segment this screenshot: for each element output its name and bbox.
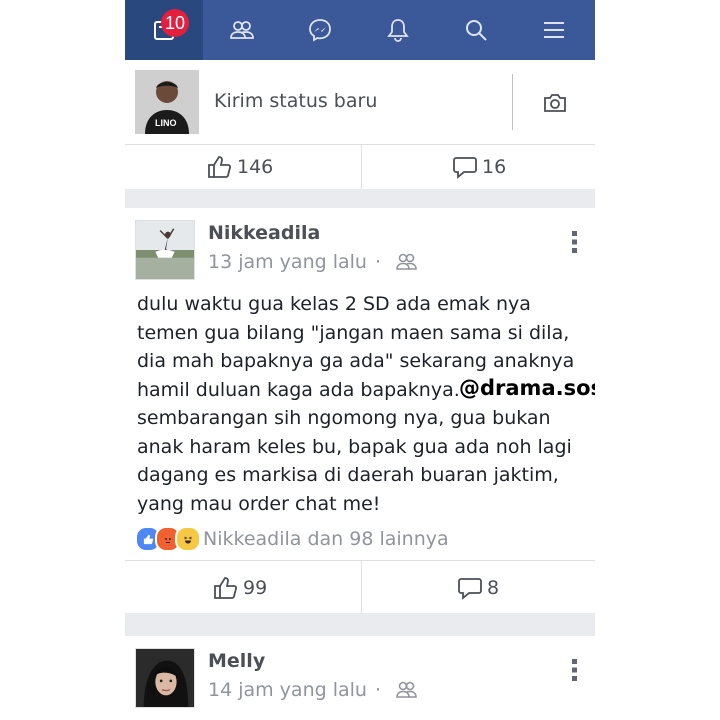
notification-badge: 10 bbox=[161, 9, 189, 37]
friends-icon bbox=[230, 21, 254, 39]
phone-screen: 10 LINO Kirim status baru 146 16 Nikkead… bbox=[125, 0, 595, 720]
post-author-name[interactable]: Melly bbox=[208, 650, 265, 672]
reactions-summary[interactable]: Nikkeadila dan 98 lainnya bbox=[135, 526, 449, 552]
feed-post: Melly 14 jam yang lalu · bbox=[125, 636, 595, 720]
avatar-shirt-text: LINO bbox=[155, 118, 177, 128]
reaction-icons bbox=[135, 526, 201, 552]
status-composer: LINO Kirim status baru bbox=[125, 60, 595, 144]
post-author-avatar[interactable] bbox=[135, 648, 195, 708]
more-options-icon[interactable] bbox=[571, 658, 579, 682]
like-count: 99 bbox=[243, 576, 268, 599]
post-actions: 99 8 bbox=[125, 560, 595, 614]
meta-separator: · bbox=[374, 679, 382, 701]
like-icon bbox=[214, 576, 238, 599]
post-author-avatar-image bbox=[136, 221, 194, 279]
friends-audience-icon bbox=[396, 253, 417, 270]
post-author-avatar[interactable] bbox=[135, 220, 195, 280]
post-time[interactable]: 14 jam yang lalu bbox=[208, 679, 367, 701]
nav-notifications[interactable] bbox=[359, 0, 437, 60]
more-options-icon[interactable] bbox=[571, 230, 579, 254]
bell-icon bbox=[387, 19, 409, 42]
post-time[interactable]: 13 jam yang lalu bbox=[208, 251, 367, 273]
user-avatar[interactable]: LINO bbox=[135, 70, 199, 134]
post-meta: 14 jam yang lalu · bbox=[208, 679, 417, 701]
post-author-name[interactable]: Nikkeadila bbox=[208, 222, 320, 244]
nav-friends[interactable] bbox=[203, 0, 281, 60]
messenger-icon bbox=[309, 19, 331, 42]
nav-messenger[interactable] bbox=[281, 0, 359, 60]
status-input[interactable]: Kirim status baru bbox=[214, 90, 377, 112]
camera-icon[interactable] bbox=[543, 93, 567, 113]
comment-button[interactable]: 16 bbox=[452, 145, 506, 189]
reactions-text: Nikkeadila dan 98 lainnya bbox=[203, 528, 449, 550]
comment-button[interactable]: 8 bbox=[457, 561, 499, 614]
actions-divider bbox=[361, 145, 362, 189]
like-icon bbox=[208, 156, 232, 178]
feed-post: Nikkeadila 13 jam yang lalu · dulu waktu… bbox=[125, 208, 595, 614]
comment-icon bbox=[453, 157, 477, 179]
like-count: 146 bbox=[237, 156, 274, 178]
nav-menu[interactable] bbox=[515, 0, 593, 60]
previous-post-actions: 146 16 bbox=[125, 144, 595, 189]
actions-divider bbox=[361, 561, 362, 614]
comment-count: 8 bbox=[487, 576, 500, 599]
post-body-text: dulu waktu gua kelas 2 SD ada emak nya t… bbox=[137, 293, 575, 515]
post-meta: 13 jam yang lalu · bbox=[208, 251, 417, 273]
search-icon bbox=[466, 20, 487, 41]
meta-separator: · bbox=[374, 251, 382, 273]
user-avatar-image: LINO bbox=[135, 70, 199, 134]
top-navigation-bar: 10 bbox=[125, 0, 595, 60]
nav-search[interactable] bbox=[437, 0, 515, 60]
like-button[interactable]: 146 bbox=[207, 145, 273, 189]
comment-count: 16 bbox=[482, 156, 507, 178]
post-author-avatar-image bbox=[136, 649, 194, 707]
menu-icon bbox=[544, 22, 564, 38]
watermark-text: @drama.sosialmedia bbox=[459, 376, 595, 400]
comment-icon bbox=[458, 577, 482, 600]
composer-divider bbox=[512, 74, 513, 130]
friends-audience-icon bbox=[396, 681, 417, 698]
like-button[interactable]: 99 bbox=[213, 561, 267, 614]
haha-reaction-icon bbox=[175, 526, 201, 552]
nav-news-feed[interactable]: 10 bbox=[125, 0, 203, 60]
